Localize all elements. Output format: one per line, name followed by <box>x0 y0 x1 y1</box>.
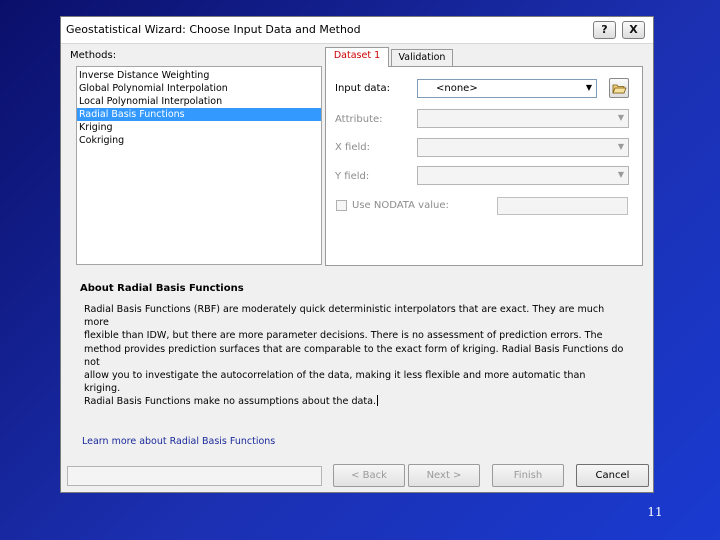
about-line: flexible than IDW, but there are more pa… <box>84 330 603 342</box>
nodata-value-input[interactable] <box>497 197 628 215</box>
geostatistical-wizard-dialog: Geostatistical Wizard: Choose Input Data… <box>60 16 654 493</box>
input-data-value: <none> <box>436 83 478 94</box>
cancel-button[interactable]: Cancel <box>576 464 649 487</box>
attribute-dropdown[interactable]: ▼ <box>417 109 629 128</box>
chevron-down-icon: ▼ <box>617 142 624 151</box>
slide-number: 11 <box>647 505 663 519</box>
finish-button[interactable]: Finish <box>492 464 564 487</box>
tab-validation[interactable]: Validation <box>391 49 453 67</box>
text-cursor <box>377 395 379 407</box>
learn-more-link[interactable]: Learn more about Radial Basis Functions <box>82 436 275 447</box>
dialog-titlebar: Geostatistical Wizard: Choose Input Data… <box>61 17 653 44</box>
method-item-idw[interactable]: Inverse Distance Weighting <box>77 69 321 82</box>
dialog-title: Geostatistical Wizard: Choose Input Data… <box>66 23 361 36</box>
methods-list[interactable]: Inverse Distance Weighting Global Polyno… <box>76 66 322 265</box>
input-data-dropdown[interactable]: <none> ▼ <box>417 79 597 98</box>
close-button[interactable]: X <box>622 21 645 39</box>
method-item-local-polynomial[interactable]: Local Polynomial Interpolation <box>77 95 321 108</box>
browse-button[interactable] <box>609 78 629 98</box>
folder-icon <box>612 84 627 94</box>
y-field-dropdown[interactable]: ▼ <box>417 166 629 185</box>
about-line: allow you to investigate the autocorrela… <box>84 370 586 395</box>
help-button[interactable]: ? <box>593 21 616 39</box>
use-nodata-label: Use NODATA value: <box>352 200 449 211</box>
y-field-label: Y field: <box>335 171 370 182</box>
chevron-down-icon: ▼ <box>617 113 624 122</box>
about-heading: About Radial Basis Functions <box>80 283 244 294</box>
about-line: method provides prediction surfaces that… <box>84 343 624 368</box>
input-data-label: Input data: <box>335 83 390 94</box>
back-button[interactable]: < Back <box>333 464 405 487</box>
method-item-global-polynomial[interactable]: Global Polynomial Interpolation <box>77 82 321 95</box>
about-description: Radial Basis Functions (RBF) are moderat… <box>84 303 624 409</box>
x-field-label: X field: <box>335 142 370 153</box>
about-line-last: Radial Basis Functions make no assumptio… <box>84 395 624 408</box>
next-button[interactable]: Next > <box>408 464 480 487</box>
use-nodata-checkbox[interactable] <box>336 200 347 211</box>
method-item-kriging[interactable]: Kriging <box>77 121 321 134</box>
about-line: Radial Basis Functions make no assumptio… <box>84 396 377 408</box>
methods-label: Methods: <box>70 50 117 61</box>
about-line: Radial Basis Functions (RBF) are moderat… <box>84 304 605 329</box>
status-box <box>67 466 322 486</box>
tab-dataset-1[interactable]: Dataset 1 <box>325 47 389 67</box>
chevron-down-icon: ▼ <box>617 170 624 179</box>
method-item-radial-basis[interactable]: Radial Basis Functions <box>77 108 321 121</box>
x-field-dropdown[interactable]: ▼ <box>417 138 629 157</box>
chevron-down-icon: ▼ <box>585 83 592 92</box>
attribute-label: Attribute: <box>335 114 383 125</box>
method-item-cokriging[interactable]: Cokriging <box>77 134 321 147</box>
